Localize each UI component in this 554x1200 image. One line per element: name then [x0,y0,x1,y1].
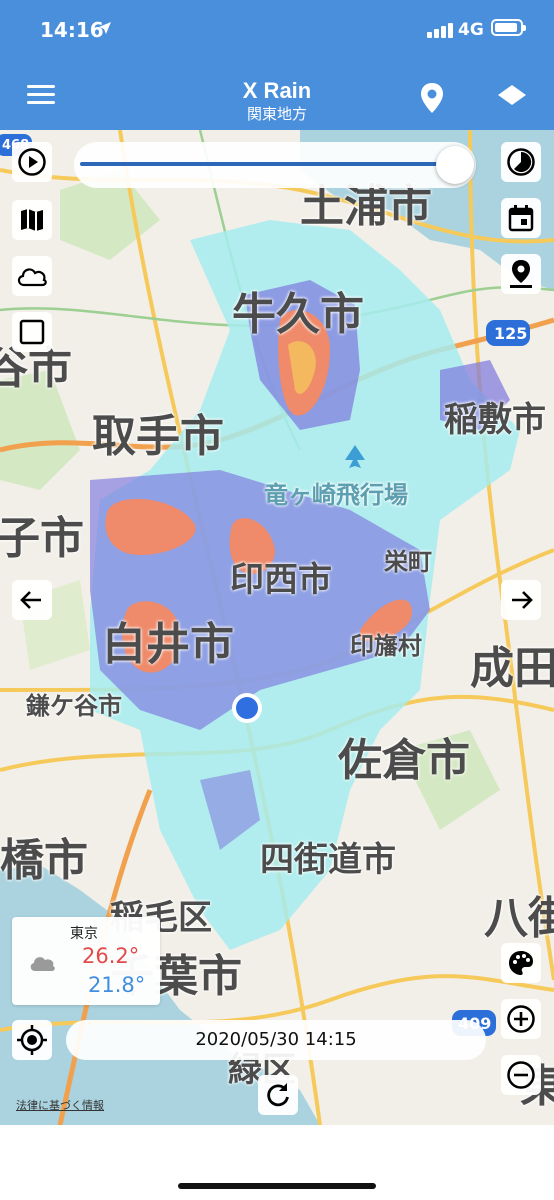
timeline-track [80,162,460,166]
app-header: 14:16 4G X Rain 関東地方 [0,0,554,130]
place-kamagaya: 鎌ケ谷市 [26,692,122,720]
zoom-in-button[interactable] [501,999,541,1039]
my-location-icon [17,1025,47,1055]
battery-icon [491,19,526,36]
my-location-button[interactable] [12,1020,52,1060]
place-narita: 成田市 [470,643,554,694]
timeline-slider[interactable] [74,142,476,188]
timeline-knob[interactable] [436,146,474,184]
signal-icon [427,22,453,38]
place-abiko: 我孫子市 [0,513,84,564]
weather-high-temp: 26.2° [82,944,140,968]
play-button[interactable] [12,142,52,182]
refresh-icon [267,1083,289,1107]
network-type: 4G [458,20,484,40]
place-funabashi: 船橋市 [0,835,88,886]
weather-city: 東京 [70,926,98,942]
place-yotsukaido: 四街道市 [260,840,396,880]
place-inashiki: 稲敷市 [444,400,546,440]
place-yachimata: 八街市 [484,893,554,944]
cloud-icon [17,268,47,287]
history-button[interactable] [501,142,541,182]
palette-button[interactable] [501,943,541,983]
arrow-right-icon [512,591,533,609]
place-ryugasaki-airfield: 竜ヶ崎飛行場 [264,481,408,509]
observation-time: 2020/05/30 14:15 [66,1020,486,1060]
place-ushiku: 牛久市 [232,289,364,340]
location-arrow-icon [99,22,111,34]
place-toride: 取手市 [92,411,224,462]
legal-info-link[interactable]: 法律に基づく情報 [16,1097,104,1113]
calendar-icon [508,205,534,232]
weather-card[interactable]: 東京 26.2° 21.8° [12,917,160,1005]
place-sakaemachi: 栄町 [384,548,432,576]
location-pin-icon[interactable] [419,82,445,114]
zoom-out-icon [507,1061,535,1089]
place-icon [510,260,532,288]
status-bar: 14:16 4G [0,0,554,62]
arrow-left-icon [20,591,41,609]
calendar-button[interactable] [501,198,541,238]
cloud-icon [30,957,55,971]
map-style-button[interactable] [12,200,52,240]
layers-icon[interactable] [497,84,527,106]
home-indicator[interactable] [178,1183,376,1189]
region-subtitle: 関東地方 [246,105,307,123]
palette-icon [509,951,533,975]
play-icon [18,148,46,176]
map-icon [21,209,43,231]
cloud-layer-button[interactable] [12,256,52,296]
place-inzai: 印西市 [230,560,332,600]
previous-frame-button[interactable] [12,580,52,620]
zoom-out-button[interactable] [501,1055,541,1095]
place-sakura: 佐倉市 [338,735,470,786]
status-time: 14:16 [40,18,104,42]
place-shiroi: 白井市 [102,619,234,670]
frame-toggle-button[interactable] [12,312,52,352]
history-icon [507,148,535,176]
app-title: X Rain [242,78,312,103]
next-frame-button[interactable] [501,580,541,620]
square-icon [19,319,45,345]
zoom-in-icon [507,1005,535,1033]
refresh-button[interactable] [258,1075,298,1115]
radar-map[interactable]: 468 125 409 土浦市 牛久市 守谷市 稲敷市 取手市 竜ヶ崎飛行場 我… [0,130,554,1125]
weather-low-temp: 21.8° [88,973,146,997]
route-125-label: 125 [494,324,528,343]
place-inba: 印旛村 [350,632,422,660]
place-button[interactable] [501,254,541,294]
